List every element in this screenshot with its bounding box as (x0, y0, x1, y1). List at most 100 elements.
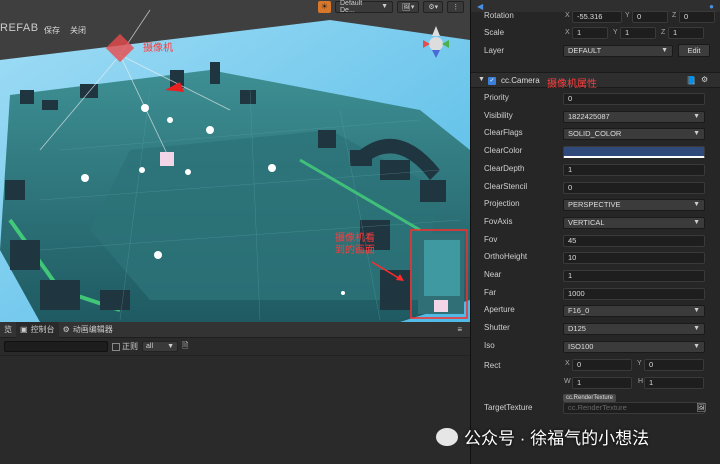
prop-select[interactable]: PERSPECTIVE ▼ (563, 199, 705, 212)
layout-dropdown[interactable]: Default De... ▼ (335, 0, 393, 14)
target-type-tag: cc.RenderTexture (563, 394, 617, 402)
prop-value: VERTICAL (568, 217, 605, 227)
prop-value: D125 (568, 324, 586, 334)
wechat-icon (436, 427, 458, 446)
regex-checkbox[interactable]: 正则 (112, 341, 138, 352)
console-search-input[interactable] (4, 341, 108, 352)
clear-log-icon[interactable]: 🗎 (182, 340, 188, 354)
tab-console[interactable]: ▣ 控制台 (16, 321, 59, 338)
prop-select[interactable]: VERTICAL ▼ (563, 216, 705, 229)
prop-input[interactable]: 1 (563, 163, 705, 176)
watermark-text: 公众号 · 徐福气的小想法 (464, 429, 650, 448)
prop-input[interactable]: 0 (563, 181, 705, 194)
prop-input[interactable]: 1 (563, 270, 705, 282)
prop-label: ClearDepth (484, 163, 525, 173)
prop-label: Fov (484, 234, 498, 244)
editor-window: REFAB 保存 关闭 摄像机 摄像机看 到的画面 ☀ Default De..… (0, 0, 720, 464)
prop-select[interactable]: 1822425087 ▼ (563, 110, 705, 123)
tab-preview[interactable]: 览 (0, 322, 16, 338)
scene-canvas[interactable] (0, 0, 470, 322)
w-axis-label: W (564, 378, 571, 385)
y-axis-label: Y (625, 12, 630, 19)
rotation-z-input[interactable]: 0 (679, 11, 715, 23)
prop-label: Projection (484, 199, 520, 209)
prop-row-iso: Iso ISO100 ▼ (471, 339, 720, 356)
target-texture-label: TargetTexture (484, 403, 533, 412)
prop-input[interactable]: 45 (563, 234, 705, 247)
menu-icon[interactable]: ≡ (457, 325, 470, 334)
target-texture-field[interactable]: cc.RenderTexture (563, 402, 705, 414)
prop-select[interactable]: ISO100 ▼ (563, 340, 705, 353)
help-icon[interactable]: 📘 (686, 76, 696, 85)
prop-row-fovaxis: FovAxis VERTICAL ▼ (471, 215, 720, 232)
prop-label: FovAxis (484, 216, 513, 226)
prop-value: ISO100 (568, 341, 594, 351)
chevron-down-icon: ▼ (167, 343, 174, 350)
h-axis-label: H (638, 378, 644, 385)
console-icon: ▣ (20, 325, 28, 334)
prop-row-clearcolor: ClearColor (471, 144, 720, 161)
layer-select[interactable]: DEFAULT ▼ (563, 45, 673, 57)
rect-x-input[interactable]: 0 (572, 359, 632, 371)
prop-input[interactable]: 0 (563, 93, 705, 105)
tab-label: 动画编辑器 (72, 325, 113, 334)
prop-row-fov: Fov 45 (471, 233, 720, 250)
rotation-label: Rotation (484, 11, 514, 20)
prop-select[interactable]: F16_0 ▼ (563, 305, 705, 318)
asset-picker-icon[interactable]: 🖼 (696, 403, 706, 412)
console-tabs: 览 ▣ 控制台 ⚙ 动画编辑器 ≡ (0, 321, 470, 338)
save-button[interactable]: 保存 (44, 25, 60, 36)
gear-icon[interactable]: ⚙ (701, 75, 708, 84)
scale-y-input[interactable]: 1 (620, 27, 656, 39)
rect-y-input[interactable]: 0 (644, 359, 704, 371)
rect-h-input[interactable]: 1 (644, 377, 704, 389)
rect-size-row: W 1 H 1 (471, 375, 720, 392)
scene-toolbar: ☀ Default De... ▼ 🖼▾ ⚙▾ ⋮ (318, 0, 465, 14)
camera-component-header[interactable]: ▼ ✓ cc.Camera 摄像机属性 📘 ⚙ (471, 72, 720, 90)
tab-animation[interactable]: ⚙ 动画编辑器 (59, 322, 117, 338)
scale-x-input[interactable]: 1 (572, 27, 608, 39)
z-axis-label: Z (661, 29, 666, 36)
x-axis-label: X (565, 29, 570, 36)
rect-row: Rect X 0 Y 0 (471, 357, 720, 374)
clear-color-swatch[interactable] (563, 146, 705, 159)
prop-input[interactable]: 10 (563, 252, 705, 265)
rotation-y-input[interactable]: 0 (632, 11, 668, 23)
prefab-label: REFAB (0, 22, 39, 34)
scene-view[interactable]: REFAB 保存 关闭 摄像机 摄像机看 到的画面 ☀ Default De..… (0, 0, 470, 322)
prop-label: Shutter (484, 323, 510, 333)
collapse-arrow-icon[interactable]: ▼ (478, 76, 485, 83)
animation-icon: ⚙ (62, 325, 70, 334)
prop-row-clearflags: ClearFlags SOLID_COLOR ▼ (471, 126, 720, 143)
chevron-down-icon: ▼ (381, 3, 388, 10)
log-level-select[interactable]: all ▼ (142, 341, 178, 352)
prop-input[interactable]: 1000 (563, 287, 705, 300)
rotation-x-input[interactable]: -55.316 (572, 11, 622, 23)
chevron-down-icon: ▼ (693, 218, 700, 226)
camera-note: 摄像机 (143, 43, 173, 54)
close-button[interactable]: 关闭 (70, 25, 86, 36)
prop-select[interactable]: SOLID_COLOR ▼ (563, 128, 705, 141)
image-icon[interactable]: 🖼▾ (397, 0, 420, 13)
console-panel: 览 ▣ 控制台 ⚙ 动画编辑器 ≡ 正则 all ▼ 🗎 (0, 321, 470, 464)
scale-label: Scale (484, 28, 505, 37)
x-axis-label: X (565, 12, 570, 19)
prop-select[interactable]: D125 ▼ (563, 323, 705, 336)
more-icon[interactable]: ⋮ (447, 0, 465, 13)
edit-layer-button[interactable]: Edit (678, 44, 710, 57)
prop-row-shutter: Shutter D125 ▼ (471, 321, 720, 338)
prop-value: PERSPECTIVE (568, 200, 621, 210)
sun-icon[interactable]: ☀ (318, 0, 331, 13)
prop-label: Aperture (484, 305, 515, 315)
enabled-checkbox[interactable]: ✓ (488, 77, 496, 85)
scale-z-input[interactable]: 1 (668, 27, 704, 39)
inspector-panel: ◀ ● Rotation X -55.316 Y 0 Z 0 Scale X 1… (470, 0, 720, 464)
prop-row-cleardepth: ClearDepth 1 (471, 162, 720, 179)
prop-label: Near (484, 270, 502, 279)
console-toolbar: 正则 all ▼ 🗎 (0, 338, 470, 356)
rect-w-input[interactable]: 1 (572, 377, 632, 389)
gear-icon[interactable]: ⚙▾ (423, 0, 444, 13)
chevron-down-icon: ▼ (693, 130, 700, 138)
prop-row-projection: Projection PERSPECTIVE ▼ (471, 197, 720, 214)
z-axis-label: Z (672, 12, 677, 19)
